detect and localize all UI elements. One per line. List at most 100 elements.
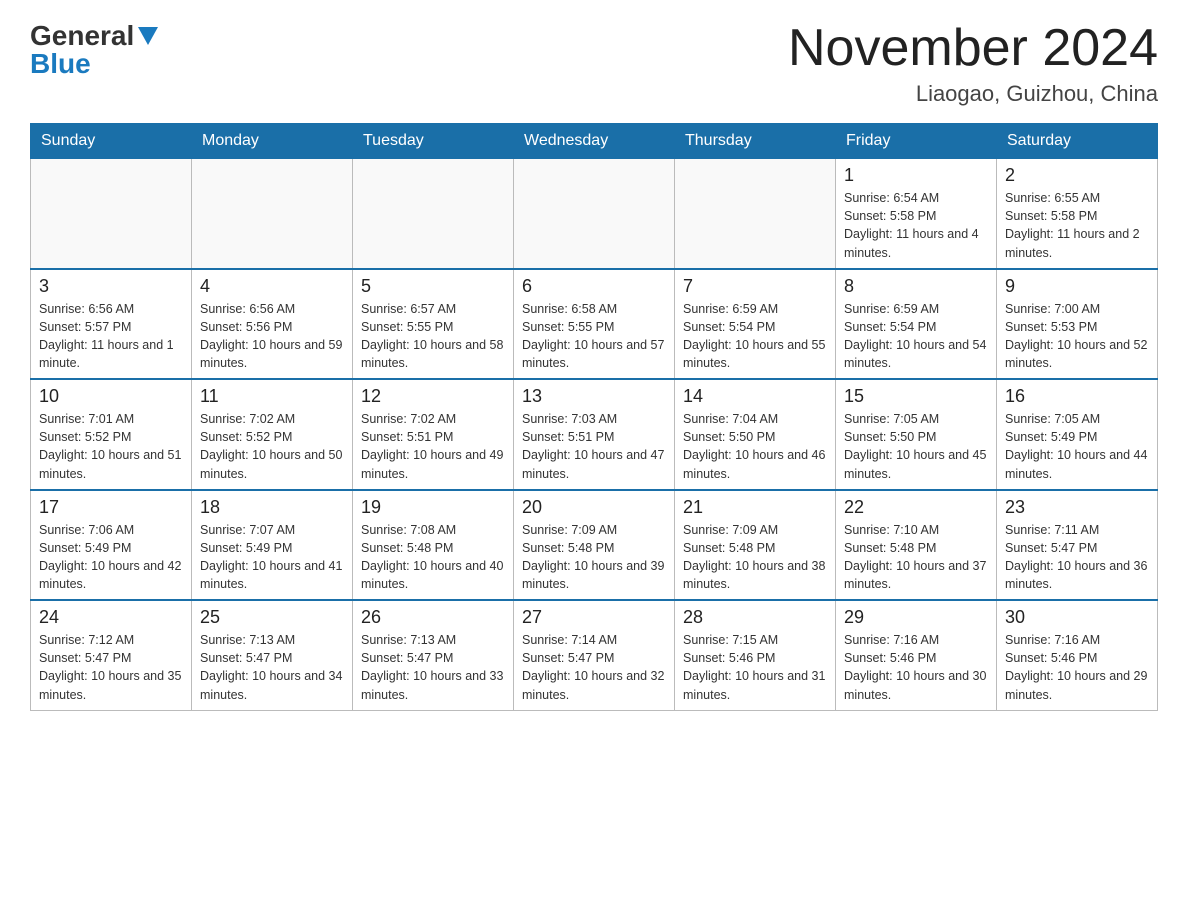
calendar-cell: 22 Sunrise: 7:10 AMSunset: 5:48 PMDayligh… [836,490,997,601]
calendar-week-row: 17Sunrise: 7:06 AMSunset: 5:49 PMDayligh… [31,490,1158,601]
day-info: Sunrise: 7:14 AMSunset: 5:47 PMDaylight:… [522,631,666,704]
day-number: 27 [522,607,666,628]
calendar-cell: 28 Sunrise: 7:15 AMSunset: 5:46 PMDayligh… [675,600,836,710]
day-info: Sunrise: 7:13 AMSunset: 5:47 PMDaylight:… [361,631,505,704]
day-info: Sunrise: 7:05 AMSunset: 5:50 PMDaylight:… [844,410,988,483]
calendar-cell: 2 Sunrise: 6:55 AMSunset: 5:58 PMDaylight… [997,159,1158,269]
day-info: Sunrise: 7:08 AMSunset: 5:48 PMDaylight:… [361,521,505,594]
day-info: Sunrise: 6:56 AMSunset: 5:57 PMDaylight:… [39,300,183,373]
day-number: 28 [683,607,827,628]
weekday-header: Sunday [31,124,192,159]
weekday-header: Thursday [675,124,836,159]
day-number: 25 [200,607,344,628]
calendar-cell: 9 Sunrise: 7:00 AMSunset: 5:53 PMDaylight… [997,269,1158,380]
day-info: Sunrise: 7:09 AMSunset: 5:48 PMDaylight:… [522,521,666,594]
calendar-cell: 7Sunrise: 6:59 AMSunset: 5:54 PMDaylight… [675,269,836,380]
day-info: Sunrise: 7:15 AMSunset: 5:46 PMDaylight:… [683,631,827,704]
calendar-cell: 29Sunrise: 7:16 AMSunset: 5:46 PMDayligh… [836,600,997,710]
calendar-cell: 15 Sunrise: 7:05 AMSunset: 5:50 PMDayligh… [836,379,997,490]
calendar-week-row: 3 Sunrise: 6:56 AMSunset: 5:57 PMDaylight… [31,269,1158,380]
day-info: Sunrise: 7:16 AMSunset: 5:46 PMDaylight:… [1005,631,1149,704]
day-info: Sunrise: 6:56 AMSunset: 5:56 PMDaylight:… [200,300,344,373]
day-number: 18 [200,497,344,518]
day-number: 12 [361,386,505,407]
day-info: Sunrise: 7:16 AMSunset: 5:46 PMDaylight:… [844,631,988,704]
calendar-cell: 25 Sunrise: 7:13 AMSunset: 5:47 PMDayligh… [192,600,353,710]
day-number: 21 [683,497,827,518]
calendar-cell [675,159,836,269]
day-number: 20 [522,497,666,518]
calendar-cell: 18 Sunrise: 7:07 AMSunset: 5:49 PMDayligh… [192,490,353,601]
day-info: Sunrise: 7:07 AMSunset: 5:49 PMDaylight:… [200,521,344,594]
calendar-cell: 4 Sunrise: 6:56 AMSunset: 5:56 PMDaylight… [192,269,353,380]
calendar-cell: 21 Sunrise: 7:09 AMSunset: 5:48 PMDayligh… [675,490,836,601]
day-info: Sunrise: 7:00 AMSunset: 5:53 PMDaylight:… [1005,300,1149,373]
day-info: Sunrise: 7:03 AMSunset: 5:51 PMDaylight:… [522,410,666,483]
calendar-cell [353,159,514,269]
day-info: Sunrise: 6:58 AMSunset: 5:55 PMDaylight:… [522,300,666,373]
calendar-cell [192,159,353,269]
day-number: 15 [844,386,988,407]
day-number: 16 [1005,386,1149,407]
day-number: 9 [1005,276,1149,297]
day-number: 19 [361,497,505,518]
day-info: Sunrise: 7:10 AMSunset: 5:48 PMDaylight:… [844,521,988,594]
calendar-cell: 20 Sunrise: 7:09 AMSunset: 5:48 PMDayligh… [514,490,675,601]
day-number: 4 [200,276,344,297]
logo-blue-text: Blue [30,48,91,79]
calendar-cell: 13 Sunrise: 7:03 AMSunset: 5:51 PMDayligh… [514,379,675,490]
calendar-table: SundayMondayTuesdayWednesdayThursdayFrid… [30,123,1158,711]
day-number: 1 [844,165,988,186]
weekday-header-row: SundayMondayTuesdayWednesdayThursdayFrid… [31,124,1158,159]
month-title: November 2024 [788,20,1158,77]
calendar-cell: 27 Sunrise: 7:14 AMSunset: 5:47 PMDayligh… [514,600,675,710]
calendar-cell: 10 Sunrise: 7:01 AMSunset: 5:52 PMDayligh… [31,379,192,490]
calendar-week-row: 24Sunrise: 7:12 AMSunset: 5:47 PMDayligh… [31,600,1158,710]
day-number: 2 [1005,165,1149,186]
day-info: Sunrise: 7:01 AMSunset: 5:52 PMDaylight:… [39,410,183,483]
day-info: Sunrise: 7:13 AMSunset: 5:47 PMDaylight:… [200,631,344,704]
logo-triangle-icon [138,27,158,45]
weekday-header: Friday [836,124,997,159]
title-block: November 2024 Liaogao, Guizhou, China [788,20,1158,107]
calendar-cell: 26 Sunrise: 7:13 AMSunset: 5:47 PMDayligh… [353,600,514,710]
day-info: Sunrise: 6:55 AMSunset: 5:58 PMDaylight:… [1005,189,1149,262]
calendar-cell: 6 Sunrise: 6:58 AMSunset: 5:55 PMDaylight… [514,269,675,380]
day-info: Sunrise: 7:05 AMSunset: 5:49 PMDaylight:… [1005,410,1149,483]
day-number: 24 [39,607,183,628]
day-info: Sunrise: 7:02 AMSunset: 5:51 PMDaylight:… [361,410,505,483]
day-info: Sunrise: 7:11 AMSunset: 5:47 PMDaylight:… [1005,521,1149,594]
calendar-cell: 23 Sunrise: 7:11 AMSunset: 5:47 PMDayligh… [997,490,1158,601]
calendar-cell: 1Sunrise: 6:54 AMSunset: 5:58 PMDaylight… [836,159,997,269]
day-info: Sunrise: 7:02 AMSunset: 5:52 PMDaylight:… [200,410,344,483]
calendar-cell: 11 Sunrise: 7:02 AMSunset: 5:52 PMDayligh… [192,379,353,490]
day-info: Sunrise: 7:04 AMSunset: 5:50 PMDaylight:… [683,410,827,483]
weekday-header: Tuesday [353,124,514,159]
page-header: General Blue November 2024 Liaogao, Guiz… [30,20,1158,107]
day-info: Sunrise: 6:57 AMSunset: 5:55 PMDaylight:… [361,300,505,373]
day-number: 13 [522,386,666,407]
calendar-cell [31,159,192,269]
weekday-header: Wednesday [514,124,675,159]
calendar-cell: 5Sunrise: 6:57 AMSunset: 5:55 PMDaylight… [353,269,514,380]
day-number: 17 [39,497,183,518]
day-number: 3 [39,276,183,297]
day-number: 8 [844,276,988,297]
day-number: 6 [522,276,666,297]
day-number: 22 [844,497,988,518]
calendar-cell [514,159,675,269]
calendar-cell: 17Sunrise: 7:06 AMSunset: 5:49 PMDayligh… [31,490,192,601]
day-number: 10 [39,386,183,407]
calendar-cell: 30Sunrise: 7:16 AMSunset: 5:46 PMDayligh… [997,600,1158,710]
day-info: Sunrise: 6:59 AMSunset: 5:54 PMDaylight:… [844,300,988,373]
calendar-cell: 24Sunrise: 7:12 AMSunset: 5:47 PMDayligh… [31,600,192,710]
day-info: Sunrise: 7:09 AMSunset: 5:48 PMDaylight:… [683,521,827,594]
day-number: 11 [200,386,344,407]
calendar-week-row: 1Sunrise: 6:54 AMSunset: 5:58 PMDaylight… [31,159,1158,269]
location-subtitle: Liaogao, Guizhou, China [788,81,1158,107]
day-number: 23 [1005,497,1149,518]
calendar-cell: 8 Sunrise: 6:59 AMSunset: 5:54 PMDaylight… [836,269,997,380]
day-number: 26 [361,607,505,628]
weekday-header: Monday [192,124,353,159]
calendar-cell: 19 Sunrise: 7:08 AMSunset: 5:48 PMDayligh… [353,490,514,601]
